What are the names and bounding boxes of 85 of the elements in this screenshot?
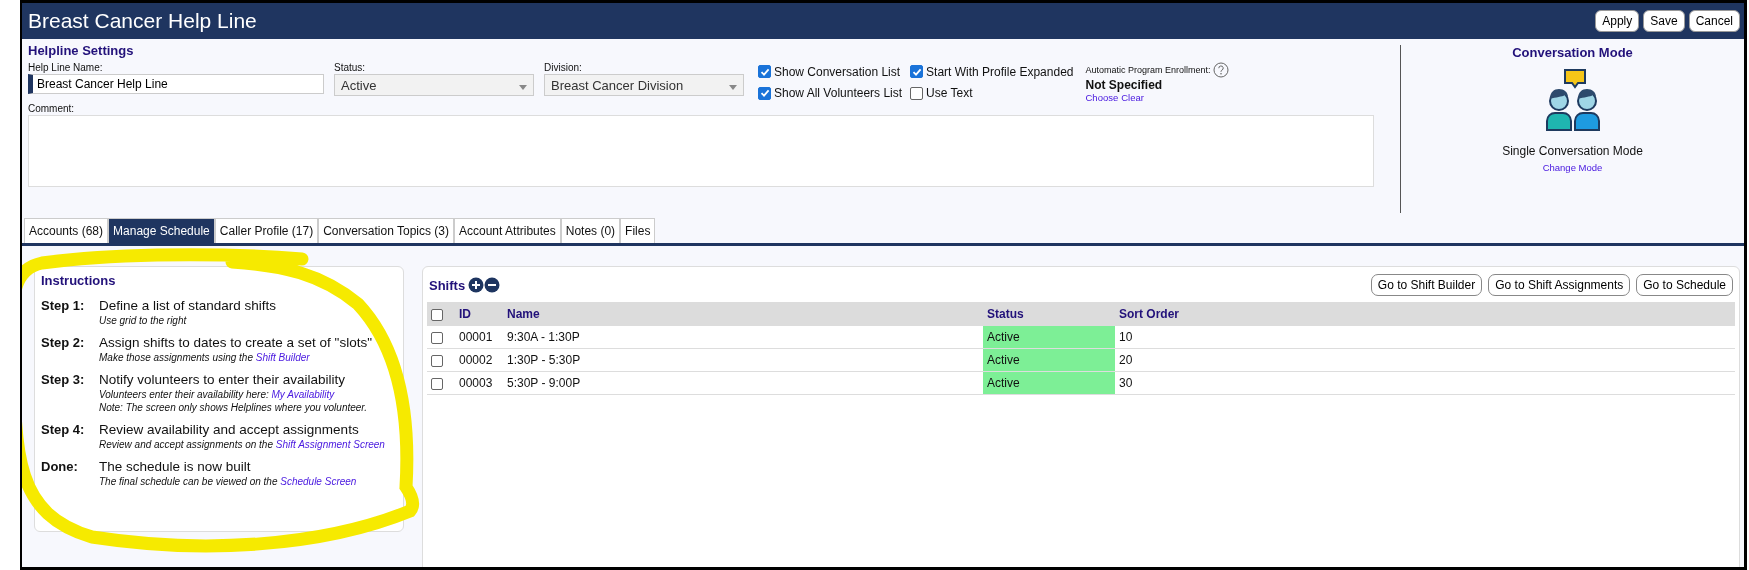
table-cell: 5:30P - 9:00P	[503, 371, 983, 395]
checkbox[interactable]	[431, 308, 443, 321]
table-cell: 20	[1115, 348, 1735, 372]
row-checkbox[interactable]	[431, 354, 443, 367]
nav-button[interactable]: Go to Shift Builder	[1370, 274, 1483, 296]
dropdown[interactable]: Breast Cancer Division	[544, 74, 744, 96]
status-cell: Active	[983, 326, 1115, 349]
step-title: Assign shifts to dates to create a set of "slots"	[99, 335, 373, 350]
table-cell: 30	[1115, 371, 1735, 395]
help-icon[interactable]	[1212, 62, 1229, 78]
link[interactable]: Shift Assignment Screen	[275, 439, 385, 450]
tab[interactable]: Accounts (68)	[24, 218, 109, 243]
field-label: Division:	[544, 62, 583, 73]
checkbox[interactable]	[910, 65, 924, 79]
step-label: Step 3:	[41, 372, 86, 389]
section-heading: Instructions	[41, 273, 117, 288]
checkbox[interactable]	[758, 86, 771, 100]
step-note: Volunteers enter their availability here: My Availability	[99, 389, 336, 400]
field-label: Automatic Program Enrollment:	[1085, 65, 1211, 75]
field-label: Help Line Name:	[28, 62, 104, 73]
field-label: Status:	[334, 62, 367, 73]
step-label: Step 2:	[41, 335, 86, 352]
add-icon[interactable]	[468, 277, 485, 293]
tab[interactable]: Caller Profile (17)	[214, 218, 319, 243]
link[interactable]: Shift Builder	[255, 352, 310, 363]
checkbox-label: Show Conversation List	[774, 64, 901, 79]
nav-button[interactable]: Go to Shift Assignments	[1488, 274, 1631, 296]
text-field[interactable]: Breast Cancer Help Line	[28, 74, 324, 94]
toolbar-button[interactable]: Cancel	[1688, 10, 1740, 32]
section-heading: Conversation Mode	[1512, 45, 1633, 60]
step-title: The schedule is now built	[99, 459, 252, 474]
link[interactable]: Clear	[1121, 92, 1144, 103]
change-mode-link[interactable]: Change Mode	[1542, 162, 1603, 173]
enrollment-value: Not Specified	[1085, 78, 1164, 92]
row-checkbox[interactable]	[431, 331, 443, 344]
checkbox[interactable]	[910, 86, 924, 100]
section-heading: Helpline Settings	[28, 43, 135, 58]
dropdown[interactable]: Active	[334, 74, 534, 96]
toolbar-button[interactable]: Save	[1643, 10, 1685, 32]
link[interactable]: Choose	[1085, 92, 1119, 103]
table-cell: 00002	[455, 348, 503, 372]
mode-name: Single Conversation Mode	[1502, 144, 1643, 158]
checkbox[interactable]	[758, 65, 771, 79]
step-title: Define a list of standard shifts	[99, 298, 278, 313]
toolbar-button[interactable]: Apply	[1595, 10, 1640, 32]
table-cell: 1:30P - 5:30P	[503, 348, 983, 372]
checkbox-label: Use Text	[926, 86, 973, 101]
window-title: Breast Cancer Help Line	[28, 9, 257, 33]
checkbox-label: Start With Profile Expanded	[926, 64, 1074, 79]
tab[interactable]: Manage Schedule	[108, 218, 215, 243]
table-cell: 00001	[455, 326, 503, 349]
column-header: Sort Order	[1115, 302, 1735, 326]
checkbox-label: Show All Volunteers List	[774, 86, 903, 101]
column-header: Name	[503, 302, 983, 326]
row-checkbox[interactable]	[431, 377, 443, 390]
step-note: Use grid to the right	[99, 315, 188, 326]
field-label: Comment:	[28, 103, 76, 114]
link[interactable]: Schedule Screen	[280, 476, 357, 487]
table-cell: 9:30A - 1:30P	[503, 326, 983, 349]
step-title: Notify volunteers to enter their availability	[99, 372, 347, 387]
nav-button[interactable]: Go to Schedule	[1636, 274, 1733, 296]
table-cell: 00003	[455, 371, 503, 395]
table-cell: 10	[1115, 326, 1735, 349]
column-header: ID	[455, 302, 503, 326]
remove-icon[interactable]	[484, 277, 501, 293]
section-heading: Shifts	[429, 277, 466, 293]
tab[interactable]: Conversation Topics (3)	[318, 218, 454, 243]
tab[interactable]: Files	[620, 218, 656, 243]
step-note: Review and accept assignments on the Shift Assignment Screen	[99, 439, 386, 450]
status-cell: Active	[983, 348, 1115, 372]
link[interactable]: My Availability	[271, 389, 335, 400]
step-label: Step 4:	[41, 422, 86, 439]
step-note: The final schedule can be viewed on the Schedule Screen	[99, 476, 358, 487]
step-note: Make those assignments using the Shift Builder	[99, 352, 311, 363]
step-note: Note: The screen only shows Helplines where you volunteer.	[99, 402, 369, 413]
tab[interactable]: Account Attributes	[454, 218, 561, 243]
step-label: Done:	[41, 459, 79, 476]
tab[interactable]: Notes (0)	[560, 218, 621, 243]
caret-icon	[519, 84, 527, 90]
step-label: Step 1:	[41, 298, 86, 315]
column-header: Status	[983, 302, 1115, 326]
step-title: Review availability and accept assignments	[99, 422, 360, 437]
caret-icon	[729, 84, 737, 90]
comment-field[interactable]	[28, 115, 1374, 187]
status-cell: Active	[983, 371, 1115, 395]
